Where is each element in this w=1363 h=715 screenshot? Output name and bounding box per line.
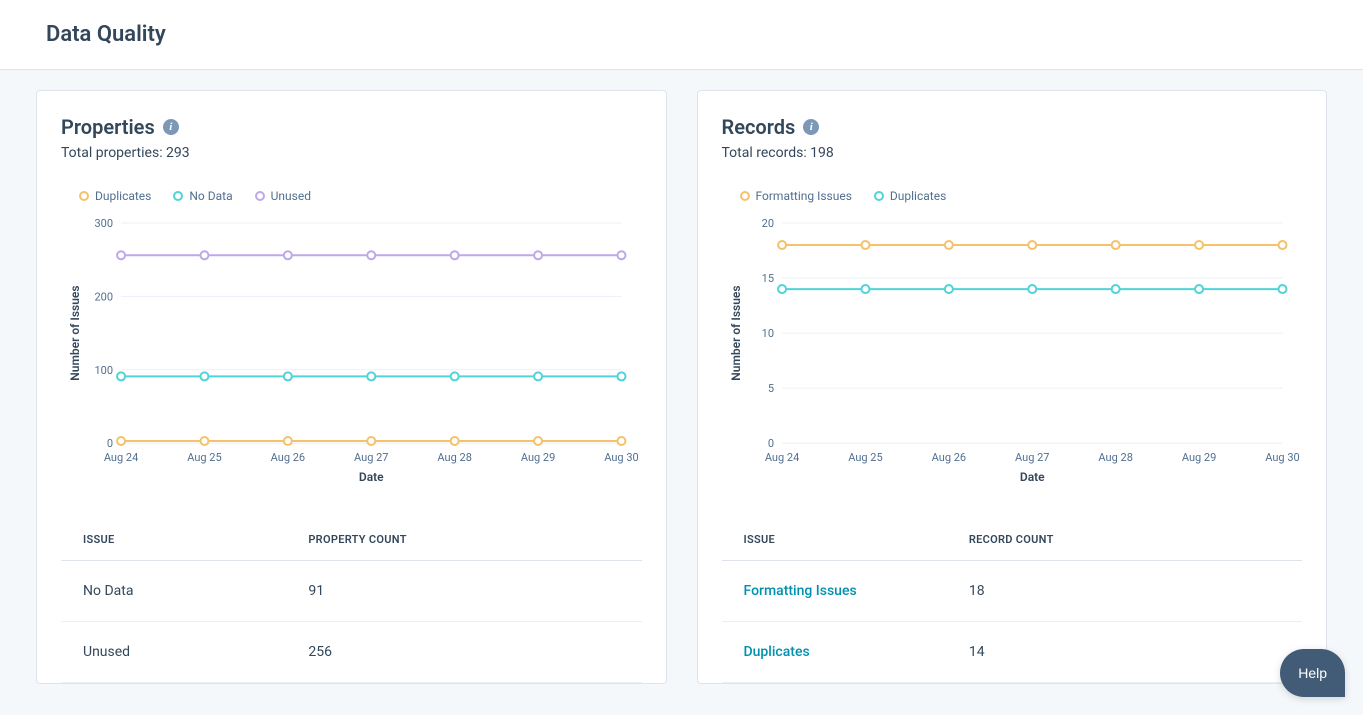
svg-text:Aug 29: Aug 29 <box>1181 451 1215 464</box>
svg-text:100: 100 <box>95 364 114 377</box>
svg-text:15: 15 <box>761 272 773 285</box>
td-count: 256 <box>308 644 619 660</box>
legend-item-duplicates[interactable]: Duplicates <box>79 189 151 203</box>
info-icon[interactable]: i <box>803 119 819 135</box>
content: Properties i Total properties: 293 Dupli… <box>0 70 1363 704</box>
td-issue: Unused <box>83 644 308 660</box>
properties-card: Properties i Total properties: 293 Dupli… <box>36 90 667 684</box>
svg-text:Aug 26: Aug 26 <box>931 451 965 464</box>
svg-text:0: 0 <box>107 437 113 450</box>
records-card: Records i Total records: 198 Formatting … <box>697 90 1328 684</box>
svg-text:20: 20 <box>761 217 773 230</box>
svg-text:Aug 28: Aug 28 <box>437 451 471 464</box>
legend-item-nodata[interactable]: No Data <box>173 189 232 203</box>
svg-text:Date: Date <box>359 470 384 484</box>
records-subtitle: Total records: 198 <box>722 145 1303 161</box>
page-header: Data Quality <box>0 0 1363 70</box>
svg-text:5: 5 <box>767 382 773 395</box>
legend-marker-icon <box>173 191 183 201</box>
svg-text:Number of Issues: Number of Issues <box>729 285 743 380</box>
records-chart-svg: 0 5 10 15 20 Number of Issues Aug 24 Aug 25 Aug … <box>722 213 1303 493</box>
legend-label: Duplicates <box>95 189 151 203</box>
svg-text:300: 300 <box>95 217 114 230</box>
legend-marker-icon <box>79 191 89 201</box>
svg-text:Aug 24: Aug 24 <box>764 451 798 464</box>
svg-text:Aug 29: Aug 29 <box>521 451 555 464</box>
legend-label: Formatting Issues <box>756 189 852 203</box>
table-row: No Data91 <box>61 561 642 622</box>
properties-legend: Duplicates No Data Unused <box>79 189 642 203</box>
legend-marker-icon <box>740 191 750 201</box>
svg-text:Number of Issues: Number of Issues <box>68 285 82 380</box>
table-row: Unused256 <box>61 622 642 683</box>
table-row[interactable]: Formatting Issues18 <box>722 561 1303 622</box>
properties-chart-svg: 0 100 200 300 Number of Issues Aug 24 Aug 25 Au… <box>61 213 642 493</box>
svg-text:Aug 25: Aug 25 <box>187 451 221 464</box>
records-chart: 0 5 10 15 20 Number of Issues Aug 24 Aug 25 Aug … <box>722 213 1303 493</box>
th-issue: ISSUE <box>744 533 969 546</box>
svg-text:Aug 30: Aug 30 <box>604 451 638 464</box>
svg-text:Aug 27: Aug 27 <box>1015 451 1049 464</box>
svg-text:Date: Date <box>1019 470 1044 484</box>
svg-text:200: 200 <box>95 290 114 303</box>
properties-title: Properties <box>61 115 155 139</box>
svg-text:Aug 24: Aug 24 <box>104 451 138 464</box>
td-issue: No Data <box>83 583 308 599</box>
legend-item-formatting[interactable]: Formatting Issues <box>740 189 852 203</box>
th-count: PROPERTY COUNT <box>308 533 619 546</box>
svg-text:10: 10 <box>761 327 773 340</box>
svg-text:Aug 30: Aug 30 <box>1265 451 1299 464</box>
properties-subtitle: Total properties: 293 <box>61 145 642 161</box>
legend-label: No Data <box>189 189 232 203</box>
svg-text:Aug 25: Aug 25 <box>848 451 882 464</box>
info-icon[interactable]: i <box>163 119 179 135</box>
records-table: ISSUE RECORD COUNT Formatting Issues18Du… <box>722 533 1303 683</box>
legend-marker-icon <box>874 191 884 201</box>
table-header: ISSUE PROPERTY COUNT <box>61 533 642 561</box>
help-label: Help <box>1298 665 1327 681</box>
legend-item-duplicates[interactable]: Duplicates <box>874 189 946 203</box>
th-count: RECORD COUNT <box>969 533 1280 546</box>
records-title: Records <box>722 115 796 139</box>
legend-label: Duplicates <box>890 189 946 203</box>
svg-text:Aug 28: Aug 28 <box>1098 451 1132 464</box>
properties-card-header: Properties i Total properties: 293 <box>61 115 642 161</box>
td-issue[interactable]: Duplicates <box>744 644 969 660</box>
td-count: 14 <box>969 644 1280 660</box>
page-title: Data Quality <box>46 22 1317 47</box>
svg-text:Aug 27: Aug 27 <box>354 451 388 464</box>
table-row[interactable]: Duplicates14 <box>722 622 1303 683</box>
properties-table: ISSUE PROPERTY COUNT No Data91Unused256 <box>61 533 642 683</box>
records-card-header: Records i Total records: 198 <box>722 115 1303 161</box>
th-issue: ISSUE <box>83 533 308 546</box>
records-legend: Formatting Issues Duplicates <box>740 189 1303 203</box>
table-header: ISSUE RECORD COUNT <box>722 533 1303 561</box>
td-count: 18 <box>969 583 1280 599</box>
legend-marker-icon <box>255 191 265 201</box>
td-count: 91 <box>308 583 619 599</box>
td-issue[interactable]: Formatting Issues <box>744 583 969 599</box>
svg-text:Aug 26: Aug 26 <box>271 451 305 464</box>
svg-text:0: 0 <box>767 437 773 450</box>
help-button[interactable]: Help <box>1280 649 1345 697</box>
legend-label: Unused <box>271 189 311 203</box>
legend-item-unused[interactable]: Unused <box>255 189 311 203</box>
properties-chart: 0 100 200 300 Number of Issues Aug 24 Aug 25 Au… <box>61 213 642 493</box>
